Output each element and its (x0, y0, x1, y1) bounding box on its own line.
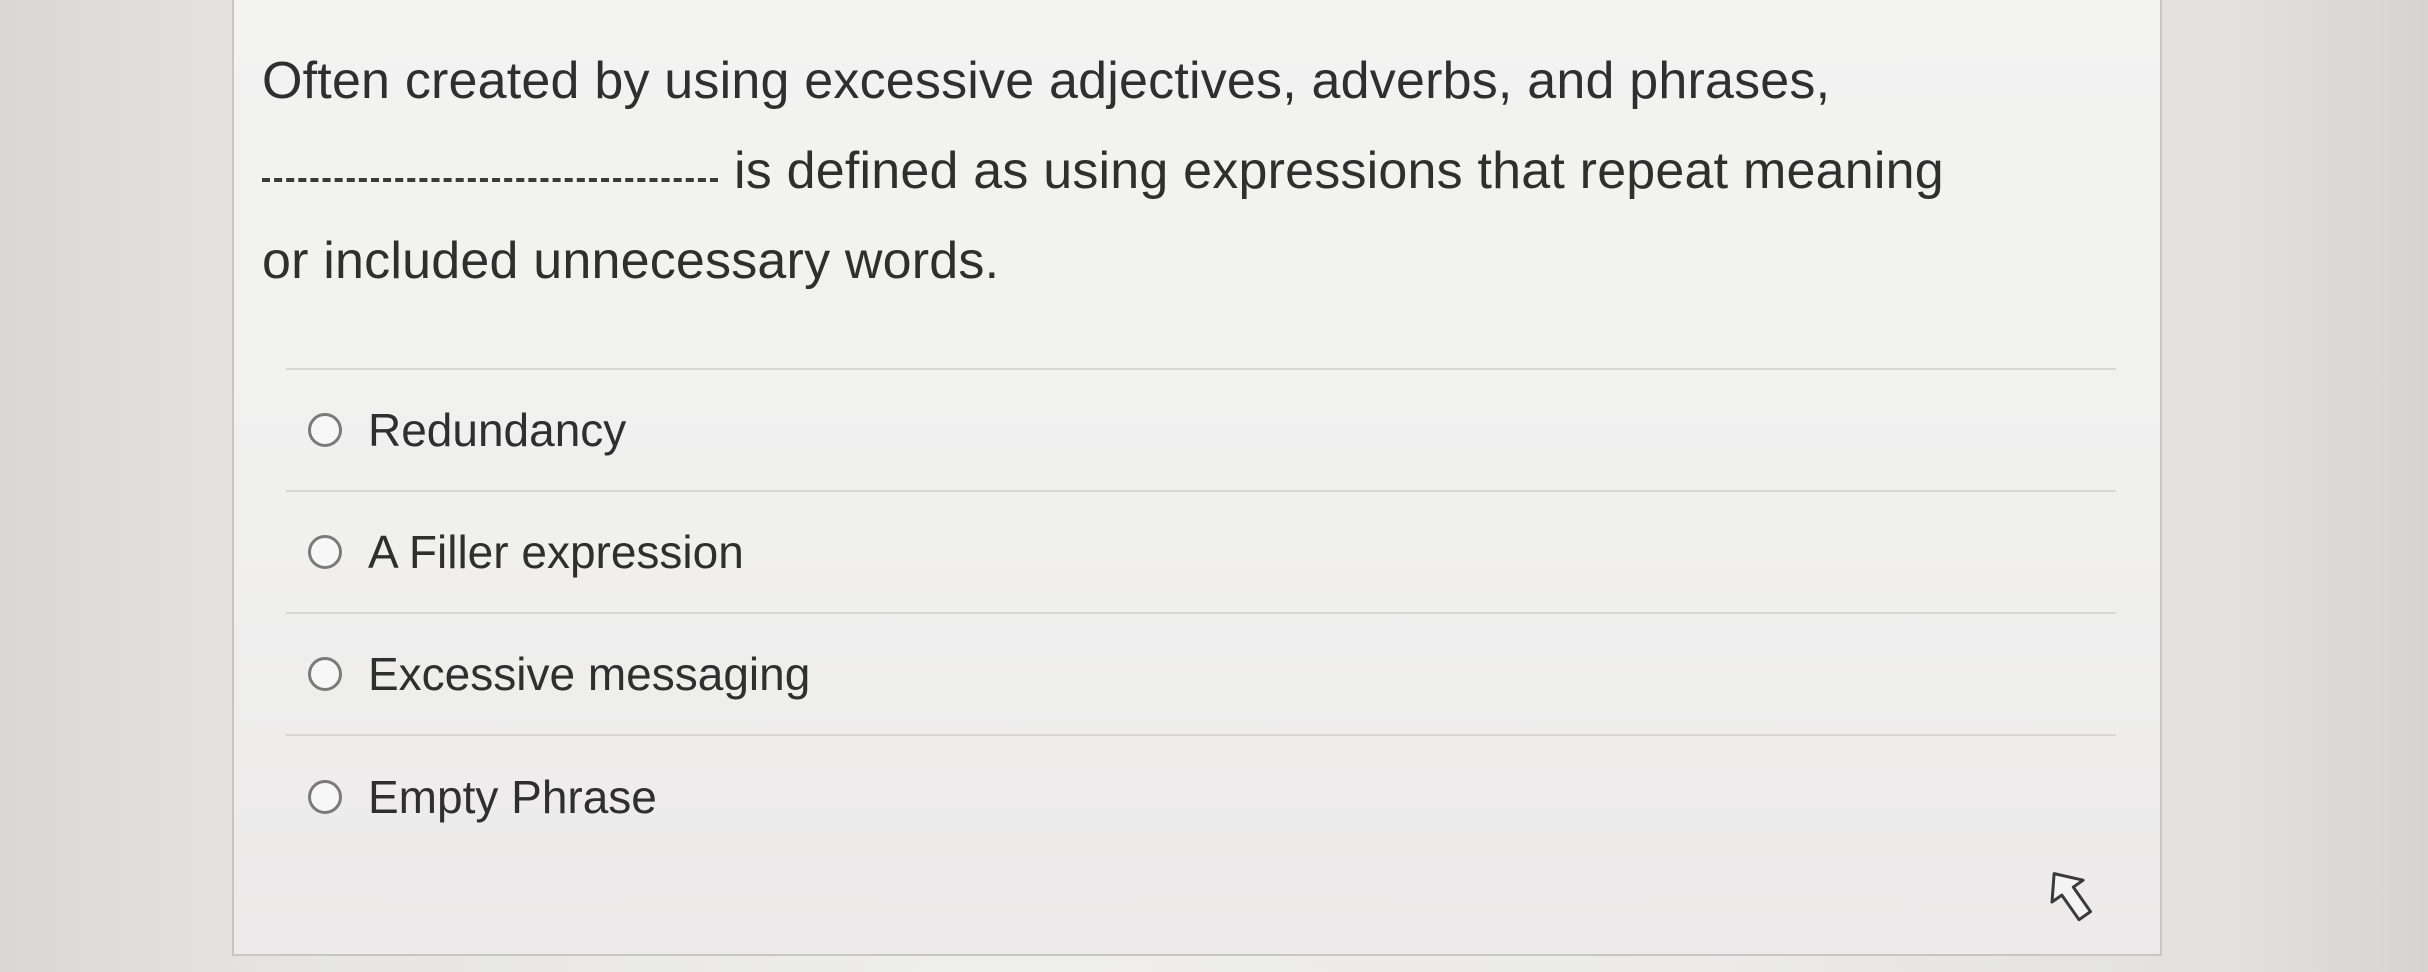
question-line-1: Often created by using excessive adjecti… (262, 52, 1831, 110)
radio-button-icon[interactable] (308, 657, 342, 691)
question-line-2-text: is defined as using expressions that rep… (734, 142, 1944, 200)
option-excessive-messaging[interactable]: Excessive messaging (286, 614, 2116, 736)
option-redundancy[interactable]: Redundancy (286, 370, 2116, 492)
option-filler-expression[interactable]: A Filler expression (286, 492, 2116, 614)
radio-button-icon[interactable] (308, 780, 342, 814)
option-label[interactable]: Empty Phrase (368, 770, 657, 824)
question-text: Often created by using excessive adjecti… (262, 36, 2102, 306)
option-label[interactable]: Excessive messaging (368, 647, 810, 701)
fill-in-blank (262, 168, 718, 182)
radio-button-icon[interactable] (308, 535, 342, 569)
question-line-2: is defined as using expressions that rep… (262, 126, 2102, 216)
question-card: Often created by using excessive adjecti… (232, 0, 2162, 956)
question-line-3: or included unnecessary words. (262, 232, 1000, 290)
option-empty-phrase[interactable]: Empty Phrase (286, 736, 2116, 858)
radio-button-icon[interactable] (308, 413, 342, 447)
arrow-pointer-icon (2050, 872, 2092, 922)
option-label[interactable]: Redundancy (368, 403, 626, 457)
answer-options: Redundancy A Filler expression Excessive… (286, 368, 2116, 858)
option-label[interactable]: A Filler expression (368, 525, 744, 579)
